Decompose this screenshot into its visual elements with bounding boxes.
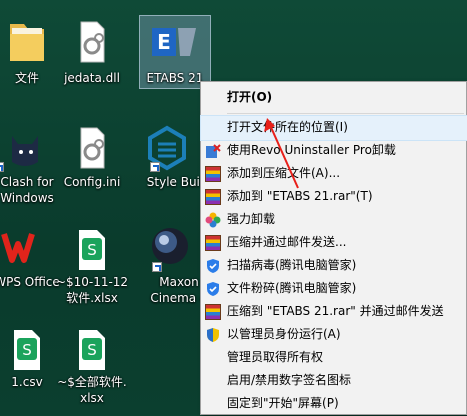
winrar-icon bbox=[205, 189, 221, 205]
desktop-icon-etabs[interactable]: E ETABS 21 bbox=[139, 15, 211, 89]
spreadsheet-icon: S bbox=[55, 326, 129, 376]
menu-item-revo-uninstall[interactable]: 使用Revo Uninstaller Pro卸载 bbox=[201, 139, 467, 163]
menu-item-label: 扫描病毒(腾讯电脑管家) bbox=[227, 258, 357, 272]
menu-item-label: 压缩并通过邮件发送... bbox=[227, 235, 347, 249]
menu-item-label: 以管理员身份运行(A) bbox=[227, 327, 341, 341]
desktop-icon-cinema4d[interactable]: Maxon Cinema 4 bbox=[132, 222, 208, 305]
desktop-icon-stylebuilder[interactable]: Style Buil bbox=[130, 122, 204, 196]
desktop-icon-label: jedata.dll bbox=[64, 71, 120, 85]
desktop-icon-jedata[interactable]: jedata.dll bbox=[55, 14, 129, 88]
dll-file-icon bbox=[55, 14, 129, 64]
desktop-icon-label: ~$全部软件. bbox=[57, 375, 127, 389]
menu-item-add-to-rar[interactable]: 添加到 "ETABS 21.rar"(T) bbox=[201, 185, 467, 209]
menu-item-label: 文件粉碎(腾讯电脑管家) bbox=[227, 281, 357, 295]
uac-shield-icon bbox=[205, 327, 221, 343]
shortcut-arrow-icon bbox=[150, 162, 160, 172]
desktop-icon-label: ~$10-11-12 bbox=[55, 275, 129, 289]
context-menu: 打开(O) 打开文件所在的位置(I) 使用Revo Uninstaller Pr… bbox=[200, 81, 467, 415]
desktop-icon-label: xlsx bbox=[80, 391, 104, 405]
svg-text:S: S bbox=[87, 341, 97, 359]
flower-icon bbox=[205, 212, 221, 228]
spreadsheet-icon: S bbox=[55, 222, 129, 272]
menu-item-open[interactable]: 打开(O) bbox=[201, 86, 467, 110]
svg-text:E: E bbox=[157, 30, 171, 54]
menu-item-compress-email[interactable]: 压缩并通过邮件发送... bbox=[201, 231, 467, 255]
revo-uninstaller-icon bbox=[205, 143, 221, 159]
menu-item-label: 压缩到 "ETABS 21.rar" 并通过邮件发送 bbox=[227, 304, 444, 318]
style-builder-icon bbox=[130, 122, 204, 172]
menu-item-virus-scan[interactable]: 扫描病毒(腾讯电脑管家) bbox=[201, 254, 467, 278]
ini-file-icon bbox=[55, 122, 129, 172]
desktop-icon-xlsx-1[interactable]: S ~$10-11-12 软件.xlsx bbox=[55, 222, 129, 305]
menu-item-pin-to-start[interactable]: 固定到"开始"屏幕(P) bbox=[201, 392, 467, 416]
shield-icon bbox=[205, 258, 221, 274]
menu-separator bbox=[227, 113, 464, 114]
menu-item-label: 使用Revo Uninstaller Pro卸载 bbox=[227, 143, 396, 157]
desktop-icon-config[interactable]: Config.ini bbox=[55, 122, 129, 196]
svg-text:S: S bbox=[87, 241, 97, 259]
svg-text:S: S bbox=[22, 341, 32, 359]
menu-item-label: 添加到压缩文件(A)... bbox=[227, 166, 341, 180]
menu-item-label: 打开文件所在的位置(I) bbox=[227, 120, 348, 134]
etabs-icon: E bbox=[140, 16, 210, 66]
menu-item-label: 固定到"开始"屏幕(P) bbox=[227, 396, 339, 410]
menu-item-label: 管理员取得所有权 bbox=[227, 350, 324, 364]
shortcut-arrow-icon bbox=[0, 162, 4, 172]
desktop-icon-label: 软件.xlsx bbox=[66, 291, 118, 305]
menu-item-add-to-archive[interactable]: 添加到压缩文件(A)... bbox=[201, 162, 467, 186]
menu-item-force-uninstall[interactable]: 强力卸载 bbox=[201, 208, 467, 232]
winrar-icon bbox=[205, 235, 221, 251]
desktop-icon-xlsx-2[interactable]: S ~$全部软件. xlsx bbox=[55, 326, 129, 408]
menu-item-label: 添加到 "ETABS 21.rar"(T) bbox=[227, 189, 373, 203]
cinema4d-icon bbox=[132, 222, 206, 272]
menu-item-take-ownership[interactable]: 管理员取得所有权 bbox=[201, 346, 467, 370]
menu-item-open-file-location[interactable]: 打开文件所在的位置(I) bbox=[200, 115, 467, 141]
menu-item-toggle-signature-icon[interactable]: 启用/禁用数字签名图标 bbox=[201, 369, 467, 393]
desktop-icon-label: Config.ini bbox=[63, 175, 121, 189]
shield-icon bbox=[205, 281, 221, 297]
menu-item-label: 强力卸载 bbox=[227, 212, 276, 226]
menu-item-label: 打开(O) bbox=[227, 90, 273, 104]
menu-item-label: 启用/禁用数字签名图标 bbox=[227, 373, 352, 387]
menu-item-file-shred[interactable]: 文件粉碎(腾讯电脑管家) bbox=[201, 277, 467, 301]
menu-item-run-as-admin[interactable]: 以管理员身份运行(A) bbox=[201, 323, 467, 347]
menu-item-compress-to-rar-email[interactable]: 压缩到 "ETABS 21.rar" 并通过邮件发送 bbox=[201, 300, 467, 324]
winrar-icon bbox=[205, 166, 221, 182]
winrar-icon bbox=[205, 304, 221, 320]
shortcut-arrow-icon bbox=[152, 262, 162, 272]
